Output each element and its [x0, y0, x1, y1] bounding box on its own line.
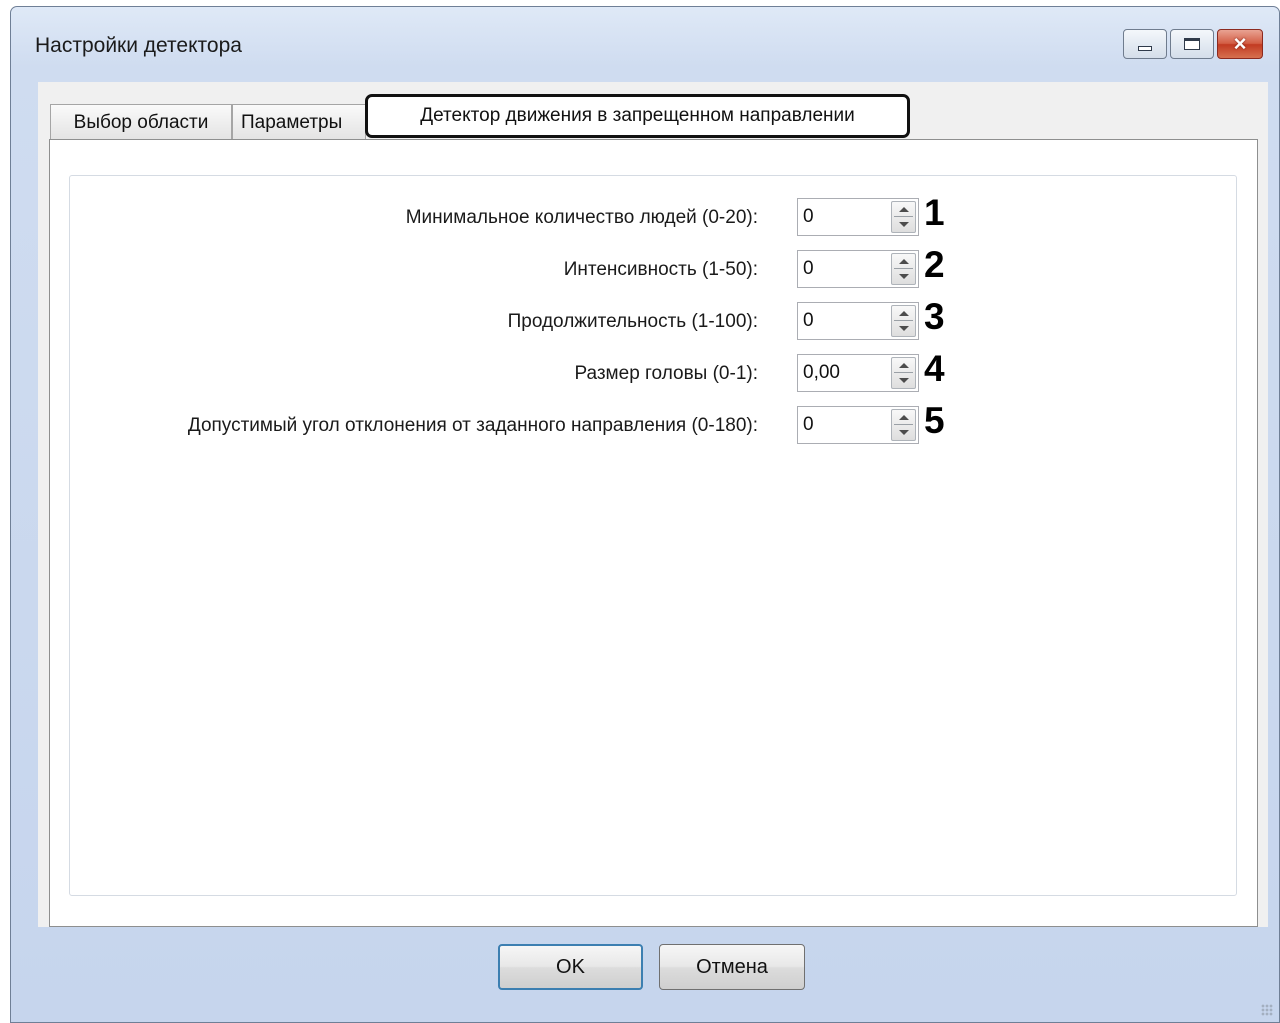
spin-up-icon [899, 259, 909, 264]
maximize-button[interactable] [1170, 29, 1214, 59]
tab-panel: Минимальное количество людей (0-20): 0 1… [49, 139, 1258, 927]
head-size-spinbox[interactable]: 0,00 [797, 354, 919, 392]
field-row-duration: Продолжительность (1-100): 0 3 [70, 296, 1238, 340]
field-row-intensity: Интенсивность (1-50): 0 2 [70, 244, 1238, 288]
spin-up-icon [899, 415, 909, 420]
minimize-icon [1138, 45, 1152, 51]
tab-area-selection[interactable]: Выбор области [50, 104, 232, 140]
spin-divider [894, 320, 913, 321]
callout-number: 3 [924, 296, 945, 337]
close-icon: × [1233, 31, 1247, 56]
callout-number: 4 [924, 348, 945, 389]
deviation-angle-value[interactable]: 0 [803, 414, 814, 436]
min-people-spin-buttons[interactable] [891, 201, 916, 233]
intensity-value[interactable]: 0 [803, 258, 814, 280]
spin-up-icon [899, 207, 909, 212]
intensity-spin-buttons[interactable] [891, 253, 916, 285]
spin-down-icon [899, 274, 909, 279]
callout-number: 2 [924, 244, 945, 285]
spin-up-icon [899, 311, 909, 316]
callout-number: 1 [924, 192, 945, 233]
intensity-spinbox[interactable]: 0 [797, 250, 919, 288]
deviation-angle-label: Допустимый угол отклонения от заданного … [187, 415, 758, 436]
maximize-icon [1184, 38, 1200, 50]
minimize-button[interactable] [1123, 29, 1167, 59]
intensity-label: Интенсивность (1-50): [563, 259, 758, 280]
duration-label: Продолжительность (1-100): [507, 311, 758, 332]
settings-dialog: Настройки детектора × Выбор области Пара… [10, 6, 1280, 1023]
window-controls: × [1123, 29, 1263, 59]
field-row-head-size: Размер головы (0-1): 0,00 4 [70, 348, 1238, 392]
min-people-label: Минимальное количество людей (0-20): [405, 207, 758, 228]
spin-up-icon [899, 363, 909, 368]
duration-value[interactable]: 0 [803, 310, 814, 332]
spin-divider [894, 424, 913, 425]
close-button[interactable]: × [1217, 29, 1263, 59]
tab-wrong-direction-detector[interactable]: Детектор движения в запрещенном направле… [365, 94, 910, 138]
field-row-deviation-angle: Допустимый угол отклонения от заданного … [70, 400, 1238, 444]
window-title: Настройки детектора [35, 34, 242, 57]
spin-down-icon [899, 430, 909, 435]
spin-down-icon [899, 378, 909, 383]
callout-number: 5 [924, 400, 945, 441]
head-size-spin-buttons[interactable] [891, 357, 916, 389]
ok-button[interactable]: OK [498, 944, 643, 990]
spin-divider [894, 268, 913, 269]
duration-spinbox[interactable]: 0 [797, 302, 919, 340]
dialog-body: Выбор области Параметры Детектор движени… [38, 82, 1268, 927]
resize-grip-icon[interactable] [1261, 1004, 1273, 1016]
spin-down-icon [899, 222, 909, 227]
tab-parameters[interactable]: Параметры [232, 104, 366, 140]
spin-divider [894, 216, 913, 217]
parameters-group: Минимальное количество людей (0-20): 0 1… [69, 175, 1237, 896]
head-size-value[interactable]: 0,00 [803, 362, 840, 384]
min-people-value[interactable]: 0 [803, 206, 814, 228]
spin-down-icon [899, 326, 909, 331]
cancel-button[interactable]: Отмена [659, 944, 805, 990]
field-row-min-people: Минимальное количество людей (0-20): 0 1 [70, 192, 1238, 236]
spin-divider [894, 372, 913, 373]
deviation-angle-spin-buttons[interactable] [891, 409, 916, 441]
head-size-label: Размер головы (0-1): [574, 363, 758, 384]
min-people-spinbox[interactable]: 0 [797, 198, 919, 236]
deviation-angle-spinbox[interactable]: 0 [797, 406, 919, 444]
duration-spin-buttons[interactable] [891, 305, 916, 337]
